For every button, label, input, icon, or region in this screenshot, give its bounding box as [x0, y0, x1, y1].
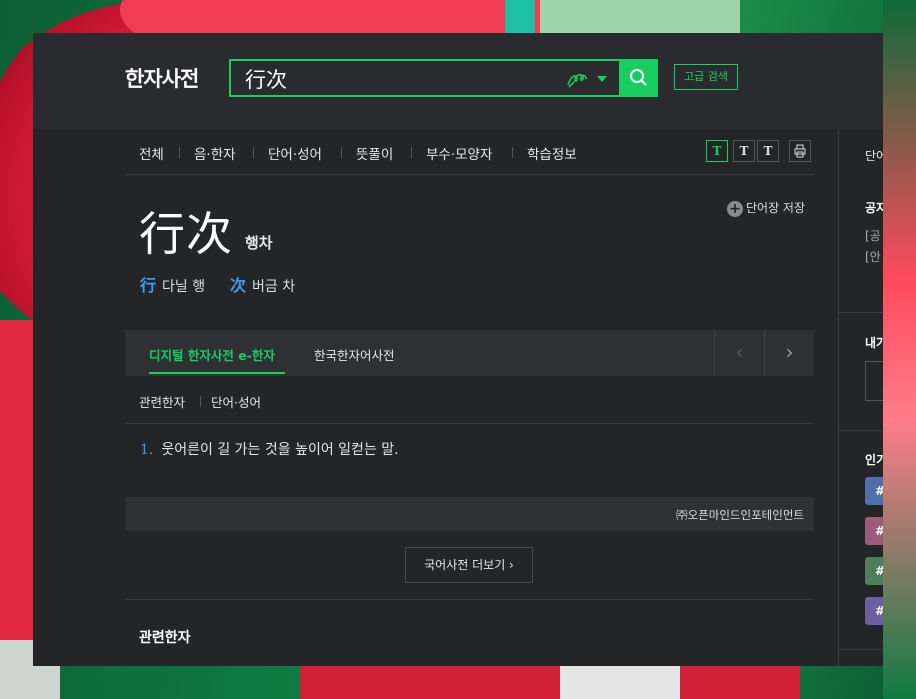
- entry-word: 行次: [139, 207, 233, 261]
- my-section-title: 내가: [865, 336, 883, 350]
- active-tab-indicator: [149, 372, 285, 374]
- sub-tabs: 관련한자 단어·성어: [125, 376, 814, 424]
- popular-tag[interactable]: #: [865, 597, 883, 625]
- tab-korean-hanja-dictionary[interactable]: 한국한자어사전: [314, 345, 395, 364]
- popular-tag[interactable]: #: [865, 557, 883, 585]
- definition: 1. 웃어른이 길 가는 것을 높이어 일컫는 말.: [140, 442, 399, 458]
- search-icon: [630, 69, 647, 86]
- subtab-word-idiom[interactable]: 단어·성어: [211, 392, 261, 411]
- entry-reading: 행차: [245, 234, 273, 252]
- popular-tag[interactable]: #: [865, 477, 883, 505]
- tab-radical-shape[interactable]: 부수·모양자: [426, 143, 492, 163]
- notice-item[interactable]: [안: [865, 248, 881, 265]
- plus-icon: +: [727, 200, 743, 217]
- related-hanja-title: 관련한자: [139, 630, 191, 646]
- advanced-search-button[interactable]: 고급 검색: [674, 64, 738, 90]
- sidebar-top-label[interactable]: 단어: [865, 147, 883, 164]
- header: 한자사전 고급 검색: [33, 33, 883, 129]
- font-size-large-button[interactable]: T: [757, 140, 779, 162]
- notice-item[interactable]: [공: [865, 227, 881, 244]
- search-button[interactable]: [619, 59, 658, 97]
- notice-title: 공지: [865, 201, 883, 215]
- handwriting-icon[interactable]: [565, 68, 589, 90]
- divider: [125, 599, 814, 600]
- save-to-wordbook-button[interactable]: + 단어장 저장: [727, 199, 805, 217]
- sidebar: 단어 공지 [공 [안 내가 인기 # # # #: [838, 129, 883, 666]
- source-text: ㈜오픈마인드인포테인먼트: [676, 508, 804, 522]
- popular-title: 인기: [865, 453, 883, 467]
- tab-study-info[interactable]: 학습정보: [527, 143, 577, 163]
- font-size-small-button[interactable]: T: [706, 140, 728, 162]
- more-korean-dictionary-button[interactable]: 국어사전 더보기 ›: [405, 547, 533, 583]
- tab-all[interactable]: 전체: [139, 143, 164, 163]
- tab-sound-hanja[interactable]: 음·한자: [194, 143, 236, 163]
- source-bar: ㈜오픈마인드인포테인먼트: [125, 497, 814, 531]
- subtab-related-hanja[interactable]: 관련한자: [139, 392, 185, 411]
- logo[interactable]: 한자사전: [125, 63, 199, 93]
- my-wordbook-box[interactable]: [865, 361, 883, 401]
- print-button[interactable]: [789, 140, 811, 162]
- font-size-medium-button[interactable]: T: [733, 140, 755, 162]
- search-input[interactable]: [245, 66, 545, 92]
- dictionary-tabs: 디지털 한자사전 e-한자 한국한자어사전 ‹ ›: [125, 330, 814, 376]
- hanja-item[interactable]: 次 버금 차: [230, 272, 295, 296]
- print-icon: [794, 144, 806, 158]
- tab-meaning[interactable]: 뜻풀이: [356, 143, 393, 163]
- category-tabs: 전체 음·한자 단어·성어 뜻풀이 부수·모양자 학습정보 T T T: [125, 129, 814, 175]
- tab-e-hanja[interactable]: 디지털 한자사전 e-한자: [149, 345, 275, 364]
- search-box[interactable]: [229, 59, 657, 97]
- prev-button[interactable]: ‹: [714, 330, 764, 376]
- popular-tag[interactable]: #: [865, 517, 883, 545]
- caret-down-icon[interactable]: [597, 76, 607, 82]
- hanja-item[interactable]: 行 다닐 행: [140, 272, 205, 296]
- tab-word-idiom[interactable]: 단어·성어: [268, 143, 322, 163]
- next-button[interactable]: ›: [764, 330, 814, 376]
- dictionary-window: 한자사전 고급 검색 전체 음·한자 단어·성어 뜻풀이 부수·모양자 학습정보: [33, 33, 883, 666]
